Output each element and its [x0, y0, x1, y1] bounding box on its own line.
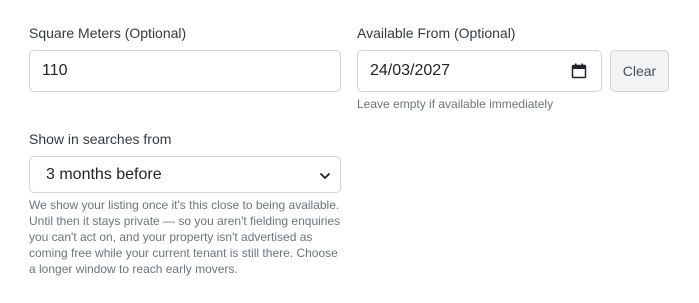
available-from-label: Available From (Optional)	[357, 25, 516, 41]
chevron-down-icon	[320, 173, 330, 179]
help-line: Until then it stays private — so you are…	[29, 214, 341, 228]
help-line: coming free while your current tenant is…	[29, 246, 338, 260]
clear-date-button[interactable]: Clear	[610, 50, 669, 92]
square-meters-label: Square Meters (Optional)	[29, 25, 187, 41]
available-from-hint: Leave empty if available immediately	[357, 97, 554, 111]
available-from-date-input[interactable]: 24/03/2027	[357, 50, 602, 92]
square-meters-value: 110	[42, 62, 68, 79]
show-in-searches-select[interactable]: 3 months before	[29, 156, 341, 193]
square-meters-input[interactable]: 110	[29, 50, 341, 92]
available-from-value: 24/03/2027	[370, 62, 451, 79]
help-line: We show your listing once it's this clos…	[29, 198, 340, 212]
calendar-icon[interactable]	[571, 63, 587, 79]
help-line: a longer window to reach early movers.	[29, 262, 238, 276]
show-in-searches-label: Show in searches from	[29, 131, 172, 147]
show-in-searches-selected: 3 months before	[46, 165, 162, 183]
help-line: you can't act on, and your property isn'…	[29, 230, 313, 244]
show-in-searches-help: We show your listing once it's this clos…	[29, 197, 359, 277]
